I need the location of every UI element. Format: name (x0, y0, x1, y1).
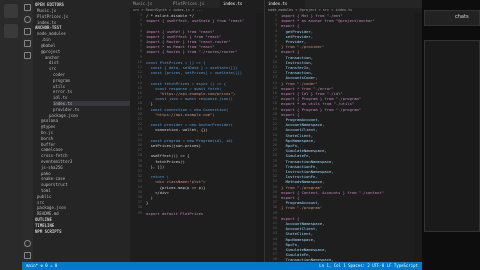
sidebar-item[interactable]: error.ts (53, 89, 130, 94)
sidebar-item[interactable]: index.ts (53, 101, 130, 106)
editor-left[interactable]: Music.js PlotPrices.js index.ts src > Re… (130, 0, 265, 262)
sidebar-item[interactable]: package.json (49, 113, 130, 118)
sidebar-item[interactable]: provider.ts (53, 107, 130, 112)
sidebar-item[interactable]: .bin (41, 37, 130, 42)
sidebar-item[interactable]: dist (49, 60, 130, 65)
sidebar-item[interactable]: idl.ts (53, 95, 130, 100)
editor-right[interactable]: index.ts node_modules > @project > src >… (265, 0, 422, 262)
sidebar-item[interactable]: package.json (37, 205, 130, 210)
sidebar-item[interactable]: node_modules (37, 31, 130, 36)
minimap[interactable] (414, 13, 422, 262)
sidebar-item[interactable]: program (53, 78, 130, 83)
source-control-icon[interactable] (24, 28, 31, 35)
explorer-icon[interactable] (24, 4, 31, 11)
sidebar-item[interactable]: borsh (41, 136, 130, 141)
sidebar-item[interactable]: OUTLINE (35, 217, 130, 222)
sidebar-item[interactable]: cross-fetch (41, 153, 130, 158)
app-icon[interactable] (4, 24, 18, 38)
vscode-window: OPEN EDITORS Music.js PlotPrices.js index.t… (22, 0, 422, 270)
sidebar-item[interactable]: src (49, 66, 130, 71)
code-area[interactable]: 1 import { Mnt } from "./mnt" 2 import * as… (265, 13, 422, 262)
run-debug-icon[interactable] (24, 40, 31, 47)
sidebar-item[interactable]: toml (41, 188, 130, 193)
sidebar-item[interactable]: anchor (45, 55, 130, 60)
sidebar-item[interactable]: coder (53, 72, 130, 77)
sidebar-item[interactable]: js-sha256 (41, 165, 130, 170)
sidebar-item[interactable]: buffer (41, 142, 130, 147)
sidebar-item[interactable]: camelcase (41, 147, 130, 152)
line-number: 39 (137, 210, 142, 215)
account-icon[interactable] (24, 240, 31, 247)
window-label: chats (455, 14, 469, 20)
status-right[interactable]: Ln 1, Col 1 Spaces: 2 UTF-8 LF TypeScrip… (319, 262, 418, 270)
sidebar-item[interactable]: PlotPrices.js (37, 14, 130, 19)
search-icon[interactable] (24, 16, 31, 23)
sidebar-section-header[interactable]: OPEN EDITORS (35, 2, 64, 7)
code-line[interactable]: export default PlotPrices (146, 211, 264, 216)
background-window[interactable]: chats (424, 10, 480, 26)
sidebar-item[interactable]: src (37, 200, 130, 205)
sidebar-section-header[interactable]: ANCHOR-TEST (35, 25, 62, 30)
app-icon[interactable] (4, 4, 18, 18)
tab-index-ts[interactable]: index.ts (265, 0, 305, 8)
tab-bar: Music.js PlotPrices.js index.ts (130, 0, 264, 8)
code-area[interactable]: 1/ * eslint-disable */2 import { useEffec… (130, 13, 264, 262)
tab-index[interactable]: index.ts (220, 0, 264, 8)
sidebar-item[interactable]: utils (53, 84, 130, 89)
status-left[interactable]: main* ⊗ 0 ⚠ 0 (26, 262, 57, 270)
sidebar-item[interactable]: README.md (37, 211, 130, 216)
sidebar-item[interactable]: snake-case (41, 176, 130, 181)
tab-bar: index.ts (265, 0, 422, 8)
sidebar-item[interactable]: public (37, 194, 130, 199)
sidebar-item[interactable]: NPM SCRIPTS (35, 229, 130, 234)
sidebar-item[interactable]: @solana (41, 118, 130, 123)
sidebar-item[interactable]: index.ts (37, 20, 130, 25)
gear-icon[interactable] (24, 252, 31, 259)
sidebar-item[interactable]: TIMELINE (35, 223, 130, 228)
sidebar-item[interactable]: @babel (41, 43, 130, 48)
sidebar-item[interactable]: superstruct (41, 182, 130, 187)
sidebar-item[interactable]: pako (41, 171, 130, 176)
minimap[interactable] (256, 13, 264, 262)
explorer-sidebar: OPEN EDITORS Music.js PlotPrices.js index.t… (33, 0, 130, 270)
sidebar-item[interactable]: Music.js (37, 8, 130, 13)
desktop-left (0, 0, 22, 270)
sidebar-item[interactable]: @types (41, 124, 130, 129)
tab-music[interactable]: Music.js (130, 0, 170, 8)
tab-plotprices[interactable]: PlotPrices.js (170, 0, 220, 8)
sidebar-item[interactable]: bn.js (41, 130, 130, 135)
sidebar-item[interactable]: @project (41, 49, 130, 54)
activity-bar (22, 0, 33, 270)
sidebar-item[interactable]: eventemitter3 (41, 159, 130, 164)
status-bar: main* ⊗ 0 ⚠ 0 Ln 1, Col 1 Spaces: 2 UTF-… (22, 262, 422, 270)
background-window[interactable] (424, 40, 480, 232)
extensions-icon[interactable] (24, 52, 31, 59)
desktop-right: chats (422, 0, 480, 270)
